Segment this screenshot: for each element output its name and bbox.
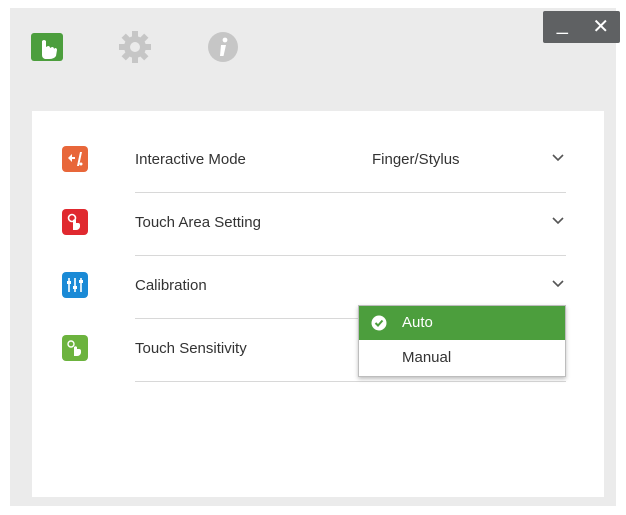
settings-row-touch-area[interactable]: Touch Area Setting xyxy=(32,194,604,256)
chevron-down-icon[interactable] xyxy=(549,212,567,230)
chevron-down-icon[interactable] xyxy=(549,149,567,167)
touch-hand-icon[interactable] xyxy=(28,28,66,66)
dropdown-option-label: Manual xyxy=(402,349,452,366)
calibration-sliders-icon xyxy=(62,272,88,298)
dropdown-option-label: Auto xyxy=(402,314,433,331)
settings-row-interactive-mode[interactable]: Interactive Mode Finger/Stylus xyxy=(32,131,604,193)
info-icon[interactable] xyxy=(204,28,242,66)
app-window: _ ✕ Interactive Mode Finger/Stylus Touch… xyxy=(10,8,620,506)
settings-row-label: Interactive Mode xyxy=(135,151,246,168)
touch-area-icon xyxy=(62,209,88,235)
dropdown-option-manual[interactable]: Manual xyxy=(359,341,565,375)
touch-sensitivity-icon xyxy=(62,335,88,361)
checkmark-icon xyxy=(371,315,387,331)
window-controls: _ ✕ xyxy=(543,11,620,43)
dropdown-option-auto[interactable]: Auto xyxy=(359,306,565,340)
settings-panel: Interactive Mode Finger/Stylus Touch Are… xyxy=(32,111,604,497)
settings-row-label: Calibration xyxy=(135,277,207,294)
interactive-mode-icon xyxy=(62,146,88,172)
divider xyxy=(135,192,566,193)
chevron-down-icon[interactable] xyxy=(549,275,567,293)
minimize-button[interactable]: _ xyxy=(547,14,577,34)
settings-row-label: Touch Area Setting xyxy=(135,214,261,231)
interactive-mode-value: Finger/Stylus xyxy=(372,151,460,168)
close-button[interactable]: ✕ xyxy=(586,17,616,37)
settings-row-label: Touch Sensitivity xyxy=(135,340,247,357)
calibration-dropdown-menu: Auto Manual xyxy=(358,305,566,377)
tab-bar xyxy=(10,8,616,103)
divider xyxy=(135,381,566,382)
gear-icon[interactable] xyxy=(116,28,154,66)
divider xyxy=(135,255,566,256)
